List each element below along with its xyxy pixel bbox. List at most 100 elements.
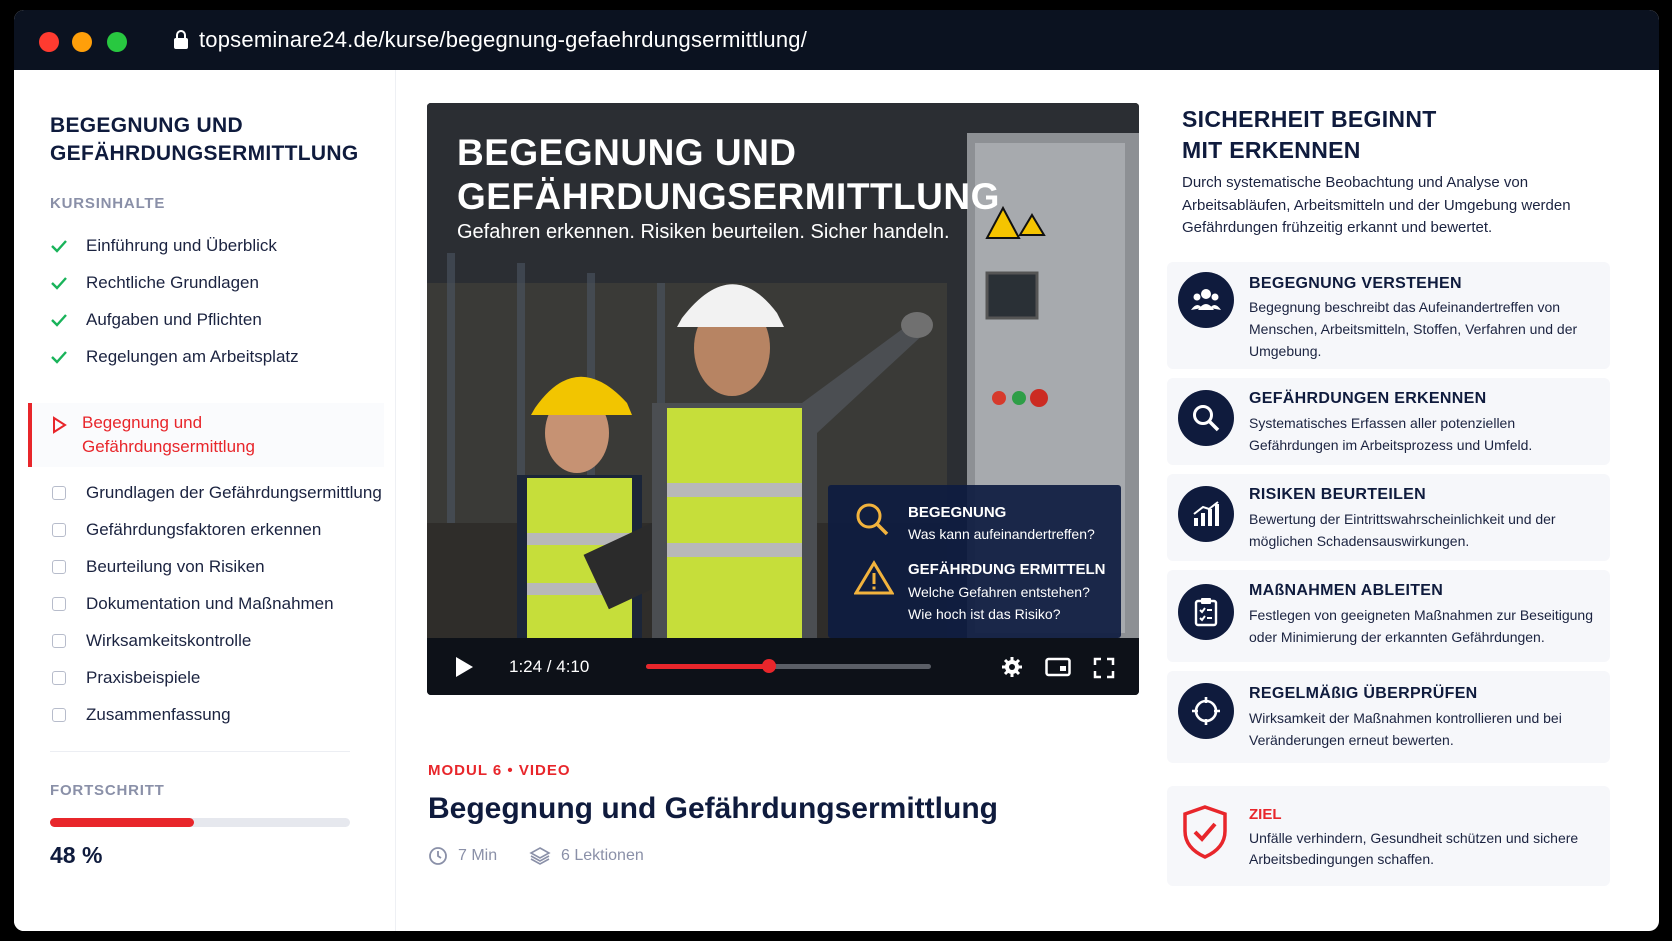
video-subtitle: Gefahren erkennen. Risiken beurteilen. S… <box>457 221 950 243</box>
browser-window: topseminare24.de/kurse/begegnung-gefaehr… <box>14 10 1659 931</box>
divider <box>50 751 350 752</box>
video-frame[interactable]: BEGEGNUNG UND GEFÄHRDUNGSERMITTLUNG Gefa… <box>427 103 1139 638</box>
checkbox-icon <box>50 521 68 539</box>
overlay-text: Wie hoch ist das Risiko? <box>908 606 1061 622</box>
lesson-label: Beurteilung von Risiken <box>86 557 265 576</box>
minimize-window-button[interactable] <box>72 32 92 52</box>
seek-bar[interactable] <box>646 659 931 673</box>
lesson-item[interactable]: Beurteilung von Risiken <box>50 552 265 582</box>
info-card: REGELMÄßIG ÜBERPRÜFEN Wirksamkeit der Ma… <box>1167 671 1610 763</box>
card-heading: GEFÄHRDUNGEN ERKENNEN <box>1249 390 1487 407</box>
play-icon[interactable] <box>454 656 474 678</box>
clock-icon <box>429 847 447 865</box>
checkmark-icon <box>50 237 68 255</box>
goal-heading: ZIEL <box>1249 806 1282 823</box>
layers-icon <box>529 847 551 865</box>
info-card: MAßNAHMEN ABLEITEN Festlegen von geeigne… <box>1167 570 1610 662</box>
checkbox-icon <box>50 595 68 613</box>
seek-handle[interactable] <box>761 659 776 673</box>
contents-label: KURSINHALTE <box>50 195 166 212</box>
settings-gear-icon[interactable] <box>1001 656 1023 678</box>
course-sidebar: BEGEGNUNG UND GEFÄHRDUNGSERMITTLUNG KURS… <box>14 70 396 931</box>
address-bar-url[interactable]: topseminare24.de/kurse/begegnung-gefaehr… <box>199 27 807 53</box>
play-outline-icon <box>50 416 68 439</box>
page-title: Begegnung und Gefährdungsermittlung <box>428 792 998 825</box>
close-window-button[interactable] <box>39 32 59 52</box>
lesson-label: Grundlagen der Gefährdungsermittlung <box>86 483 382 502</box>
card-text: Bewertung der Eintrittswahrscheinlichkei… <box>1249 511 1556 549</box>
duration-meta: 7 Min <box>428 846 497 866</box>
info-title: SICHERHEIT BEGINNT MIT ERKENNEN <box>1182 106 1437 163</box>
goal-text: Unfälle verhindern, Gesundheit schützen … <box>1249 830 1579 867</box>
overlay-heading: GEFÄHRDUNG ERMITTELN <box>908 561 1106 578</box>
refresh-icon <box>1178 683 1234 739</box>
card-text: Begegnung beschreibt das Aufeinandertref… <box>1249 299 1578 359</box>
overlay-text: Welche Gefahren entstehen? <box>908 584 1090 600</box>
card-text: Wirksamkeit der Maßnahmen kontrollieren … <box>1249 710 1562 748</box>
lesson-item-active[interactable]: Begegnung und Gefährdungsermittlung <box>28 403 384 467</box>
fullscreen-icon[interactable] <box>1093 657 1115 679</box>
card-heading: RISIKEN BEURTEILEN <box>1249 486 1426 503</box>
checkmark-icon <box>50 311 68 329</box>
info-intro: Durch systematische Beobachtung und Anal… <box>1182 174 1571 236</box>
progress-bar <box>50 818 350 827</box>
checkbox-icon <box>50 669 68 687</box>
progress-value: 48 % <box>50 842 103 868</box>
magnifier-icon <box>856 503 889 536</box>
progress-label: FORTSCHRITT <box>50 782 165 799</box>
module-label: MODUL 6 • VIDEO <box>428 762 571 779</box>
lesson-item[interactable]: Rechtliche Grundlagen <box>50 268 259 298</box>
info-card: BEGEGNUNG VERSTEHEN Begegnung beschreibt… <box>1167 262 1610 369</box>
lesson-label: Wirksamkeitskontrolle <box>86 631 252 650</box>
card-heading: MAßNAHMEN ABLEITEN <box>1249 582 1444 599</box>
video-title: BEGEGNUNG UND GEFÄHRDUNGSERMITTLUNG <box>457 132 1000 217</box>
shield-check-icon <box>1183 805 1227 859</box>
video-player[interactable]: BEGEGNUNG UND GEFÄHRDUNGSERMITTLUNG Gefa… <box>427 103 1139 695</box>
lessons-meta: 6 Lektionen <box>529 846 644 866</box>
info-card: RISIKEN BEURTEILEN Bewertung der Eintrit… <box>1167 474 1610 561</box>
maximize-window-button[interactable] <box>107 32 127 52</box>
lesson-label: Begegnung und Gefährdungsermittlung <box>82 413 255 456</box>
course-title: BEGEGNUNG UND GEFÄHRDUNGSERMITTLUNG <box>50 114 359 165</box>
lesson-label: Rechtliche Grundlagen <box>86 273 259 292</box>
checkbox-icon <box>50 558 68 576</box>
lesson-item[interactable]: Wirksamkeitskontrolle <box>50 626 251 656</box>
lesson-item[interactable]: Regelungen am Arbeitsplatz <box>50 342 299 372</box>
card-heading: BEGEGNUNG VERSTEHEN <box>1249 275 1462 292</box>
video-time: 1:24 / 4:10 <box>509 657 590 676</box>
progress-bar-fill <box>50 818 194 827</box>
card-text: Festlegen von geeigneten Maßnahmen zur B… <box>1249 607 1593 645</box>
magnifier-icon <box>1178 390 1234 446</box>
lesson-item[interactable]: Einführung und Überblick <box>50 231 277 261</box>
lesson-item[interactable]: Grundlagen der Gefährdungsermittlung <box>50 478 382 508</box>
lesson-label: Gefährdungsfaktoren erkennen <box>86 520 322 539</box>
lesson-item[interactable]: Praxisbeispiele <box>50 663 200 693</box>
info-card: GEFÄHRDUNGEN ERKENNEN Systematisches Erf… <box>1167 378 1610 465</box>
lesson-label: Zusammenfassung <box>86 705 231 724</box>
theater-mode-icon[interactable] <box>1045 657 1071 677</box>
browser-titlebar: topseminare24.de/kurse/begegnung-gefaehr… <box>14 10 1659 70</box>
people-icon <box>1178 272 1234 328</box>
checkmark-icon <box>50 274 68 292</box>
info-overlay: BEGEGNUNG Was kann aufeinandertreffen? G… <box>828 485 1121 638</box>
checkbox-icon <box>50 484 68 502</box>
warning-icon <box>854 560 894 595</box>
checkbox-icon <box>50 632 68 650</box>
goal-card: ZIEL Unfälle verhindern, Gesundheit schü… <box>1167 786 1610 886</box>
duration-text: 7 Min <box>458 847 498 864</box>
seek-bar-played <box>646 664 769 669</box>
overlay-heading: BEGEGNUNG <box>908 504 1007 521</box>
lesson-item[interactable]: Dokumentation und Maßnahmen <box>50 589 334 619</box>
lesson-label: Praxisbeispiele <box>86 668 201 687</box>
card-text: Systematisches Erfassen aller potenziell… <box>1249 415 1533 453</box>
lesson-label: Dokumentation und Maßnahmen <box>86 594 334 613</box>
checkbox-icon <box>50 706 68 724</box>
lesson-item[interactable]: Zusammenfassung <box>50 700 231 730</box>
chart-icon <box>1178 486 1234 542</box>
card-heading: REGELMÄßIG ÜBERPRÜFEN <box>1249 685 1478 702</box>
lesson-item[interactable]: Aufgaben und Pflichten <box>50 305 262 335</box>
lesson-label: Aufgaben und Pflichten <box>86 310 262 329</box>
lessons-count-text: 6 Lektionen <box>561 847 644 864</box>
lesson-item[interactable]: Gefährdungsfaktoren erkennen <box>50 515 321 545</box>
video-controls: 1:24 / 4:10 <box>427 638 1139 695</box>
